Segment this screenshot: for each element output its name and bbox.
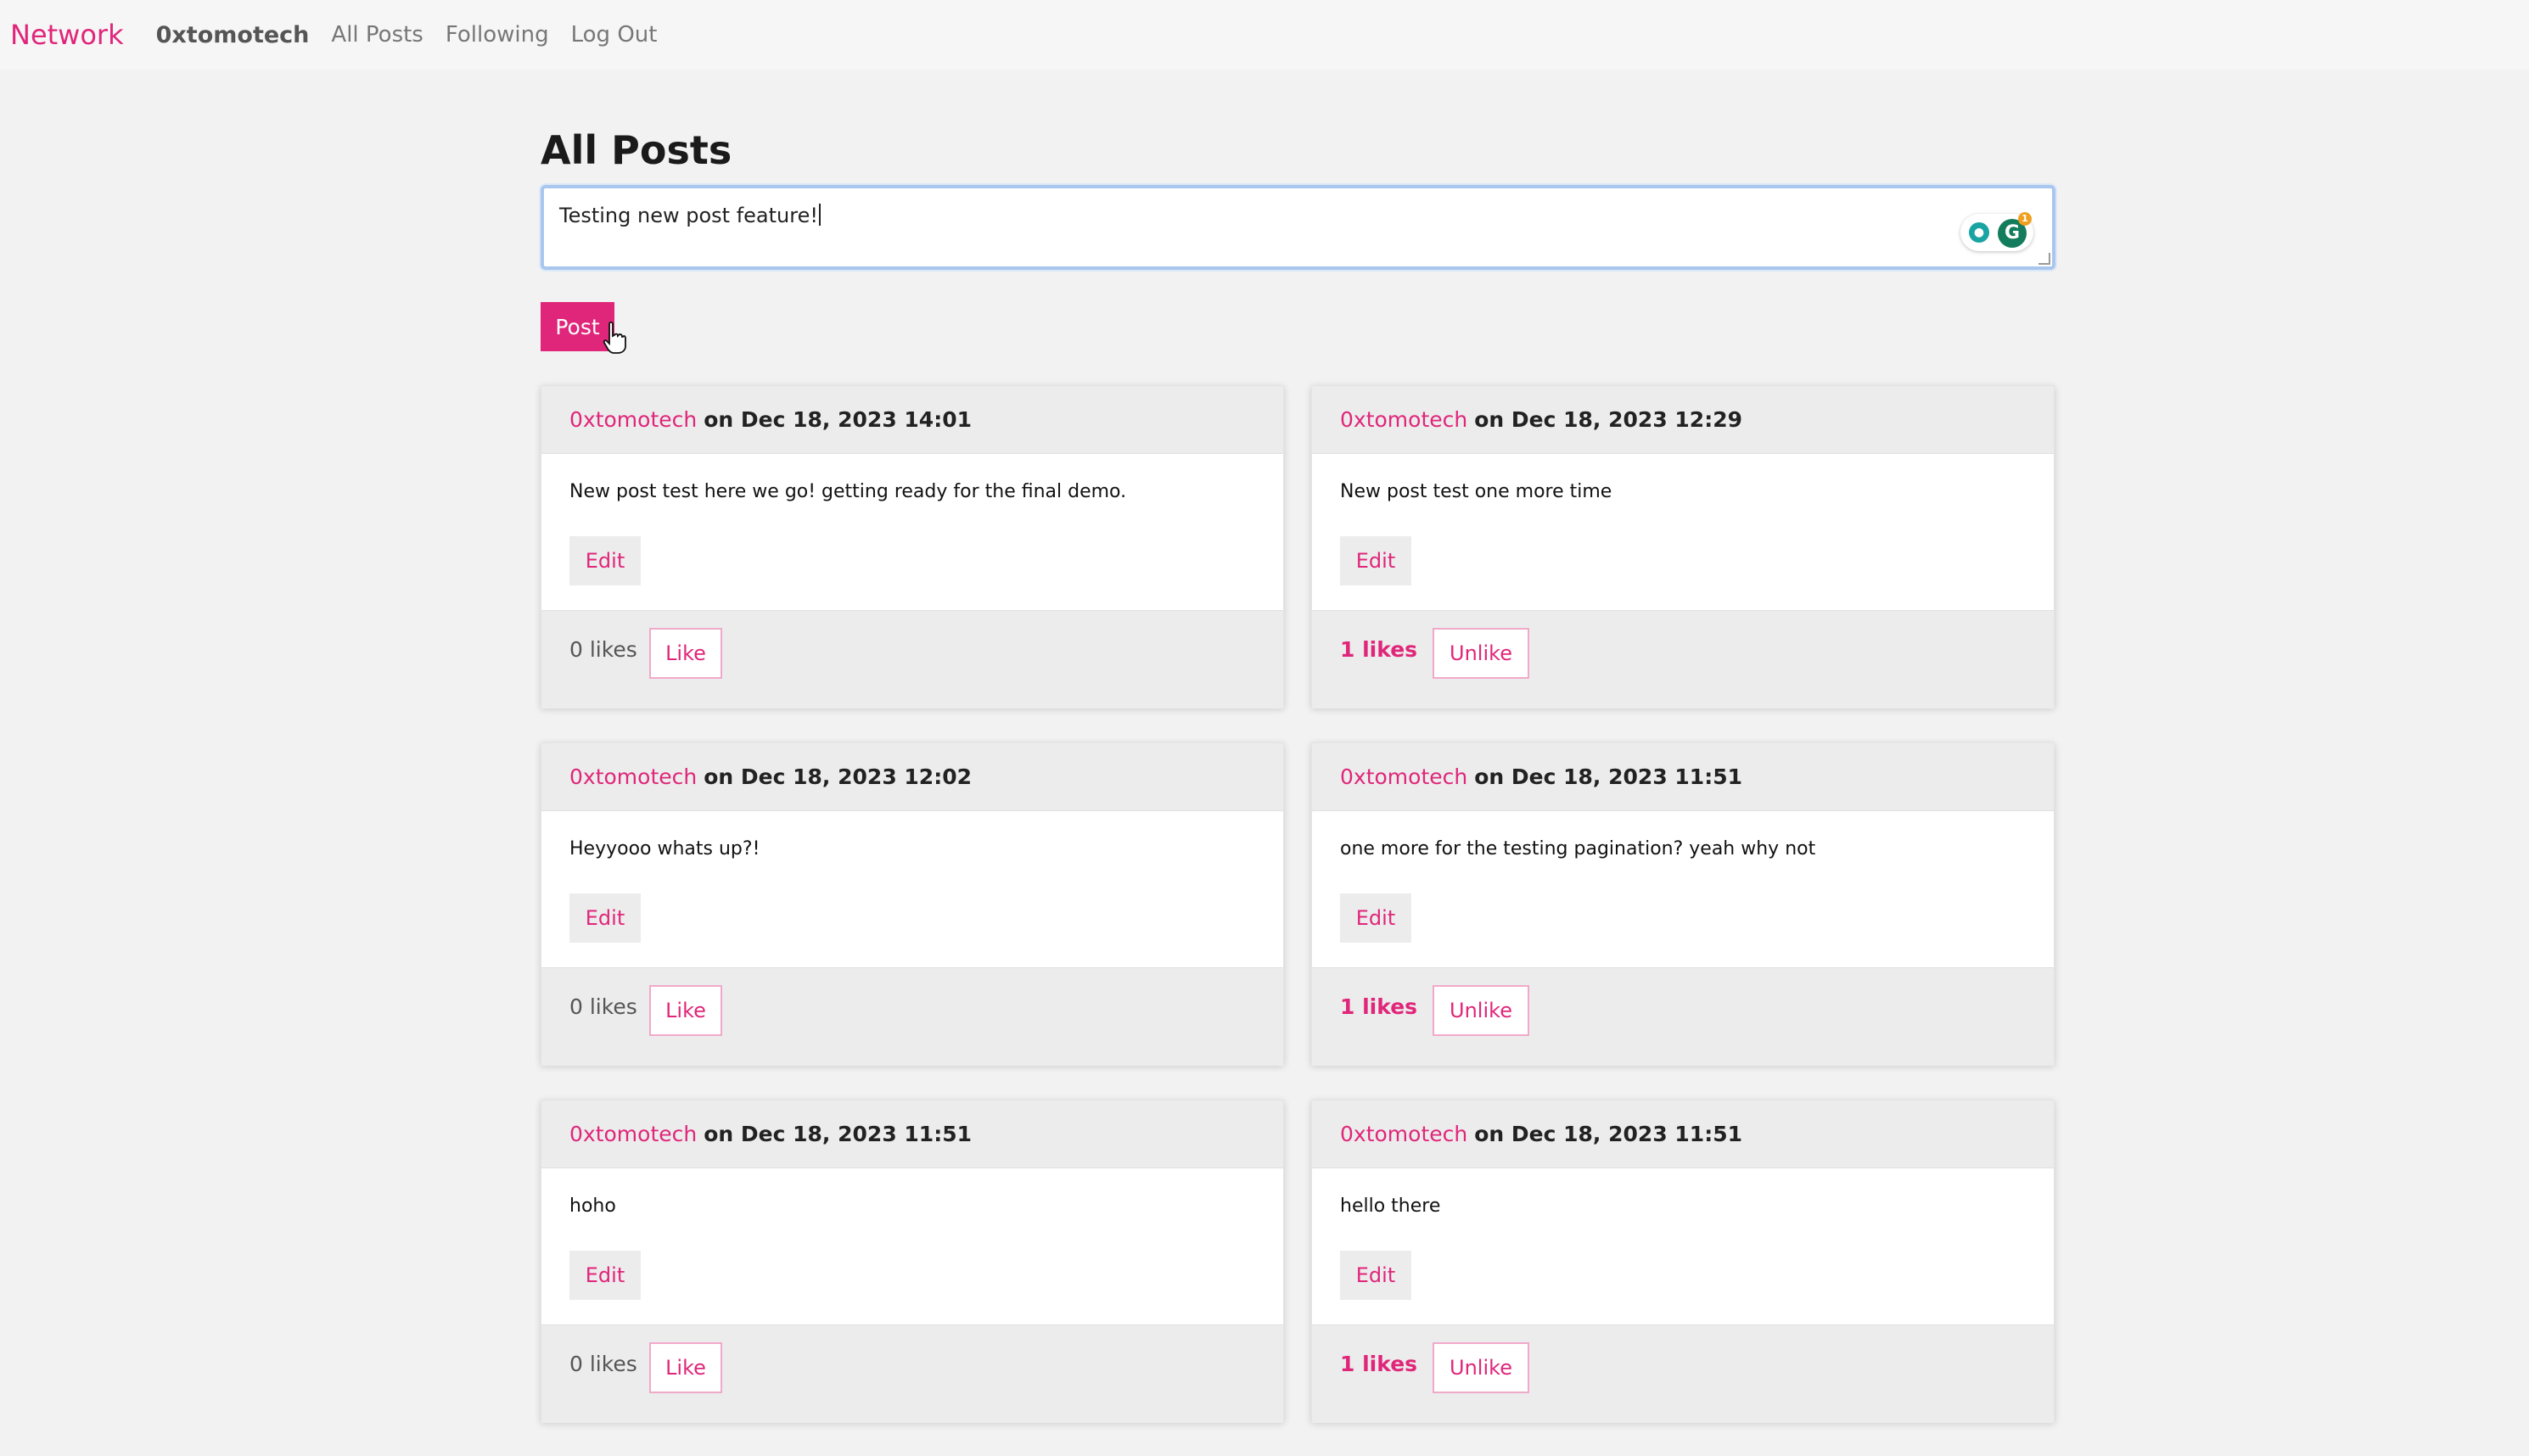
post-header: 0xtomotech on Dec 18, 2023 14:01 [541,386,1283,454]
post-card: 0xtomotech on Dec 18, 2023 11:51 one mor… [1311,742,2055,1066]
unlike-button[interactable]: Unlike [1433,985,1529,1036]
post-content: one more for the testing pagination? yea… [1340,838,1816,860]
post-timestamp: on Dec 18, 2023 11:51 [1474,1122,1742,1146]
post-timestamp: on Dec 18, 2023 12:02 [704,764,972,789]
post-body: one more for the testing pagination? yea… [1312,811,2054,967]
post-card: 0xtomotech on Dec 18, 2023 11:51 hoho Ed… [541,1100,1284,1423]
post-content: hoho [569,1196,616,1217]
unlike-button[interactable]: Unlike [1433,628,1529,679]
edit-button[interactable]: Edit [569,893,641,943]
like-count: 0 likes [569,1352,637,1376]
like-button[interactable]: Like [649,1342,722,1393]
like-count: 1 likes [1340,994,1418,1019]
lightbulb-icon[interactable]: ● [1969,222,1989,243]
post-footer: 0 likes Like [541,610,1283,708]
post-body: New post test here we go! getting ready … [541,454,1283,610]
post-author-link[interactable]: 0xtomotech [569,407,697,432]
navbar: Network 0xtomotech All Posts Following L… [0,0,2529,70]
edit-button[interactable]: Edit [569,536,641,585]
post-card: 0xtomotech on Dec 18, 2023 12:29 New pos… [1311,385,2055,708]
new-post-value: Testing new post feature! [559,204,818,227]
post-header: 0xtomotech on Dec 18, 2023 11:51 [1312,743,2054,811]
edit-button[interactable]: Edit [1340,536,1411,585]
unlike-button[interactable]: Unlike [1433,1342,1529,1393]
page-title: All Posts [541,127,732,173]
post-footer: 0 likes Like [541,967,1283,1066]
post-timestamp: on Dec 18, 2023 11:51 [1474,764,1742,789]
post-header: 0xtomotech on Dec 18, 2023 12:29 [1312,386,2054,454]
text-caret [818,204,821,226]
edit-button[interactable]: Edit [1340,893,1411,943]
post-header: 0xtomotech on Dec 18, 2023 12:02 [541,743,1283,811]
post-footer: 1 likes Unlike [1312,610,2054,708]
new-post-textarea[interactable]: Testing new post feature! ● G1 [541,185,2055,270]
post-card: 0xtomotech on Dec 18, 2023 12:02 Heyyooo… [541,742,1284,1066]
resize-handle-icon[interactable] [2038,253,2050,265]
post-header: 0xtomotech on Dec 18, 2023 11:51 [1312,1100,2054,1168]
post-header: 0xtomotech on Dec 18, 2023 11:51 [541,1100,1283,1168]
post-body: hoho Edit [541,1168,1283,1324]
grammar-g-icon[interactable]: G1 [1998,212,2032,248]
nav-following-link[interactable]: Following [446,22,549,48]
post-author-link[interactable]: 0xtomotech [1340,407,1467,432]
nav-user-link[interactable]: 0xtomotech [156,22,310,48]
post-author-link[interactable]: 0xtomotech [569,1122,697,1146]
new-post-text: Testing new post feature! [559,204,821,227]
post-card: 0xtomotech on Dec 18, 2023 14:01 New pos… [541,385,1284,708]
post-author-link[interactable]: 0xtomotech [1340,764,1467,789]
like-count: 1 likes [1340,1352,1418,1376]
nav-all-posts-link[interactable]: All Posts [331,22,423,48]
post-timestamp: on Dec 18, 2023 11:51 [704,1122,972,1146]
post-card: 0xtomotech on Dec 18, 2023 11:51 hello t… [1311,1100,2055,1423]
grammar-assistant-widget[interactable]: ● G1 [1960,212,2033,251]
post-footer: 1 likes Unlike [1312,1324,2054,1423]
post-body: hello there Edit [1312,1168,2054,1324]
edit-button[interactable]: Edit [569,1251,641,1300]
post-timestamp: on Dec 18, 2023 12:29 [1474,407,1742,432]
post-content: Heyyooo whats up?! [569,838,760,860]
post-body: New post test one more time Edit [1312,454,2054,610]
brand-link[interactable]: Network [10,19,124,51]
post-content: New post test one more time [1340,481,1612,502]
post-author-link[interactable]: 0xtomotech [1340,1122,1467,1146]
edit-button[interactable]: Edit [1340,1251,1411,1300]
post-body: Heyyooo whats up?! Edit [541,811,1283,967]
post-content: hello there [1340,1196,1441,1217]
post-timestamp: on Dec 18, 2023 14:01 [704,407,972,432]
nav-logout-link[interactable]: Log Out [571,22,658,48]
hand-cursor-icon [603,321,626,354]
post-content: New post test here we go! getting ready … [569,481,1127,502]
like-count: 0 likes [569,994,637,1019]
like-button[interactable]: Like [649,985,722,1036]
grammar-badge: 1 [2018,212,2032,226]
like-count: 0 likes [569,637,637,662]
post-author-link[interactable]: 0xtomotech [569,764,697,789]
like-count: 1 likes [1340,637,1418,662]
post-footer: 1 likes Unlike [1312,967,2054,1066]
post-footer: 0 likes Like [541,1324,1283,1423]
like-button[interactable]: Like [649,628,722,679]
